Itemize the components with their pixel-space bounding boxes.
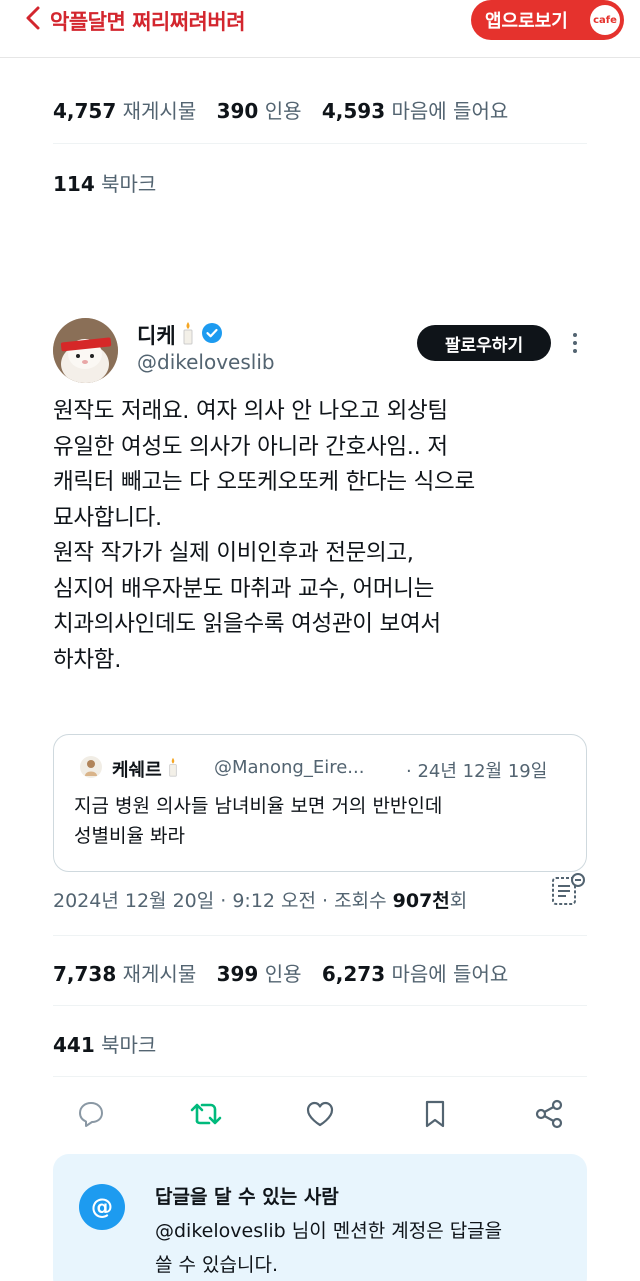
quotes-stat[interactable]: 399 인용	[217, 962, 302, 986]
bookmark-icon	[422, 1099, 448, 1133]
follow-button[interactable]: 팔로우하기	[417, 325, 551, 361]
open-in-app-button[interactable]: 앱으로보기 cafe	[471, 0, 624, 40]
cafe-title[interactable]: 악플달면 쩌리쩌려버려	[50, 6, 246, 36]
tweet-text: 원작도 저래요. 여자 의사 안 나오고 외상팀 유일한 여성도 의사가 아니라…	[53, 394, 593, 678]
count: 4,757	[53, 99, 117, 123]
reply-icon	[76, 1099, 106, 1133]
label: 인용	[264, 962, 302, 986]
label: 북마크	[101, 172, 157, 196]
tweet-text-line: 원작도 저래요. 여자 의사 안 나오고 외상팀	[53, 398, 448, 424]
cafe-logo-icon: cafe	[590, 5, 620, 35]
like-button[interactable]	[300, 1096, 340, 1136]
author-handle[interactable]: @dikeloveslib	[137, 350, 275, 374]
tweet-meta: 2024년 12월 20일 · 9:12 오전 · 조회수 907천회	[53, 886, 467, 913]
tweet-text-line: 묘사합니다.	[53, 504, 162, 531]
more-vertical-icon[interactable]	[566, 330, 584, 356]
cafe-header: 악플달면 쩌리쩌려버려 앱으로보기 cafe	[0, 0, 640, 42]
divider	[53, 143, 587, 144]
count: 390	[216, 99, 259, 123]
bookmark-button[interactable]	[415, 1096, 455, 1136]
tweet-text-line: 심지어 배우자분도 마취과 교수, 어머니는	[53, 575, 435, 602]
likes-stat[interactable]: 6,273 마음에 들어요	[322, 962, 508, 986]
quote-author-handle: @Manong_Eire...	[214, 757, 365, 778]
retweet-icon	[190, 1099, 222, 1133]
count: 114	[53, 172, 95, 196]
count: 4,593	[321, 99, 386, 123]
count: 399	[216, 962, 259, 986]
chevron-left-icon	[24, 5, 42, 35]
tweet-text-line: 캐릭터 빼고는 다 오또케오또케 한다는 식으로	[53, 469, 475, 495]
divider	[53, 1005, 587, 1006]
header-divider	[0, 57, 640, 58]
quote-author-name-text: 케쉐르	[112, 760, 162, 781]
count: 6,273	[321, 962, 386, 986]
prev-bookmarks-stat[interactable]: 114 북마크	[53, 172, 156, 196]
count: 441	[53, 1033, 95, 1057]
retweets-stat[interactable]: 7,738 재게시물	[53, 962, 196, 986]
divider	[53, 935, 587, 936]
reply-permission-desc-line: 쓸 수 있습니다.	[155, 1254, 278, 1276]
label: 재게시물	[122, 99, 197, 123]
view-suffix: 회	[449, 890, 468, 912]
tweet-text-line: 유일한 여성도 의사가 아니라 간호사임.. 저	[53, 433, 448, 460]
quote-author-name: 케쉐르	[112, 756, 179, 782]
open-in-app-label: 앱으로보기	[485, 11, 568, 32]
tweet-text-line: 원작 작가가 실제 이비인후과 전문의고,	[53, 540, 414, 566]
retweet-button[interactable]	[186, 1096, 226, 1136]
quote-text-line: 지금 병원 의사들 남녀비율 보면 거의 반반인데	[74, 795, 443, 817]
count: 7,738	[53, 962, 117, 986]
quote-tweet-card[interactable]: 케쉐르 @Manong_Eire... · 24년 12월 19일 지금 병원 …	[53, 734, 587, 872]
label: 마음에 들어요	[391, 99, 509, 123]
label: 마음에 들어요	[391, 962, 509, 986]
verified-badge-icon	[201, 322, 223, 349]
author-name[interactable]: 디케	[137, 320, 223, 350]
back-button[interactable]	[18, 4, 48, 36]
candle-icon	[181, 321, 195, 350]
reply-permission-desc-line: @dikeloveslib 님이 멘션한 계정은 답글을	[155, 1220, 503, 1242]
author-name-text: 디케	[137, 324, 176, 348]
share-button[interactable]	[529, 1096, 569, 1136]
reply-permission-desc: @dikeloveslib 님이 멘션한 계정은 답글을 쓸 수 있습니다.	[155, 1214, 575, 1281]
bookmarks-stat[interactable]: 441 북마크	[53, 1033, 156, 1057]
label: 북마크	[101, 1033, 157, 1057]
quote-avatar	[80, 756, 102, 778]
prev-quotes-stat[interactable]: 390 인용	[217, 99, 302, 123]
divider	[53, 1076, 587, 1077]
bookmarks-row: 441 북마크	[53, 1029, 170, 1058]
prev-retweets-stat[interactable]: 4,757 재게시물	[53, 99, 196, 123]
prev-likes-stat[interactable]: 4,593 마음에 들어요	[322, 99, 508, 123]
view-count: 907천	[392, 890, 450, 912]
like-icon	[305, 1100, 335, 1132]
label: 인용	[264, 99, 302, 123]
label: 재게시물	[122, 962, 197, 986]
prev-bookmarks-row: 114 북마크	[53, 168, 170, 197]
tweet-action-bar	[53, 1096, 587, 1136]
avatar[interactable]	[53, 318, 118, 383]
tweet-text-line: 하차함.	[53, 646, 122, 673]
share-icon	[534, 1099, 564, 1133]
quote-text-line: 성별비율 봐라	[74, 825, 185, 847]
prev-engagement-row: 4,757 재게시물 390 인용 4,593 마음에 들어요	[53, 95, 522, 124]
quote-date: · 24년 12월 19일	[406, 761, 548, 782]
at-icon: @	[79, 1184, 125, 1230]
engagement-row: 7,738 재게시물 399 인용 6,273 마음에 들어요	[53, 958, 522, 987]
candle-icon	[167, 757, 179, 782]
quote-text: 지금 병원 의사들 남녀비율 보면 거의 반반인데 성별비율 봐라	[74, 791, 442, 851]
tweet-text-line: 치과의사인데도 읽을수록 여성관이 보여서	[53, 611, 441, 637]
timestamp[interactable]: 2024년 12월 20일 · 9:12 오전 · 조회수	[53, 890, 387, 912]
reply-permission-card: @ 답글을 달 수 있는 사람 @dikeloveslib 님이 멘션한 계정은…	[53, 1154, 587, 1281]
reply-button[interactable]	[71, 1096, 111, 1136]
community-note-icon[interactable]	[550, 872, 586, 908]
reply-permission-title: 답글을 달 수 있는 사람	[155, 1186, 339, 1208]
